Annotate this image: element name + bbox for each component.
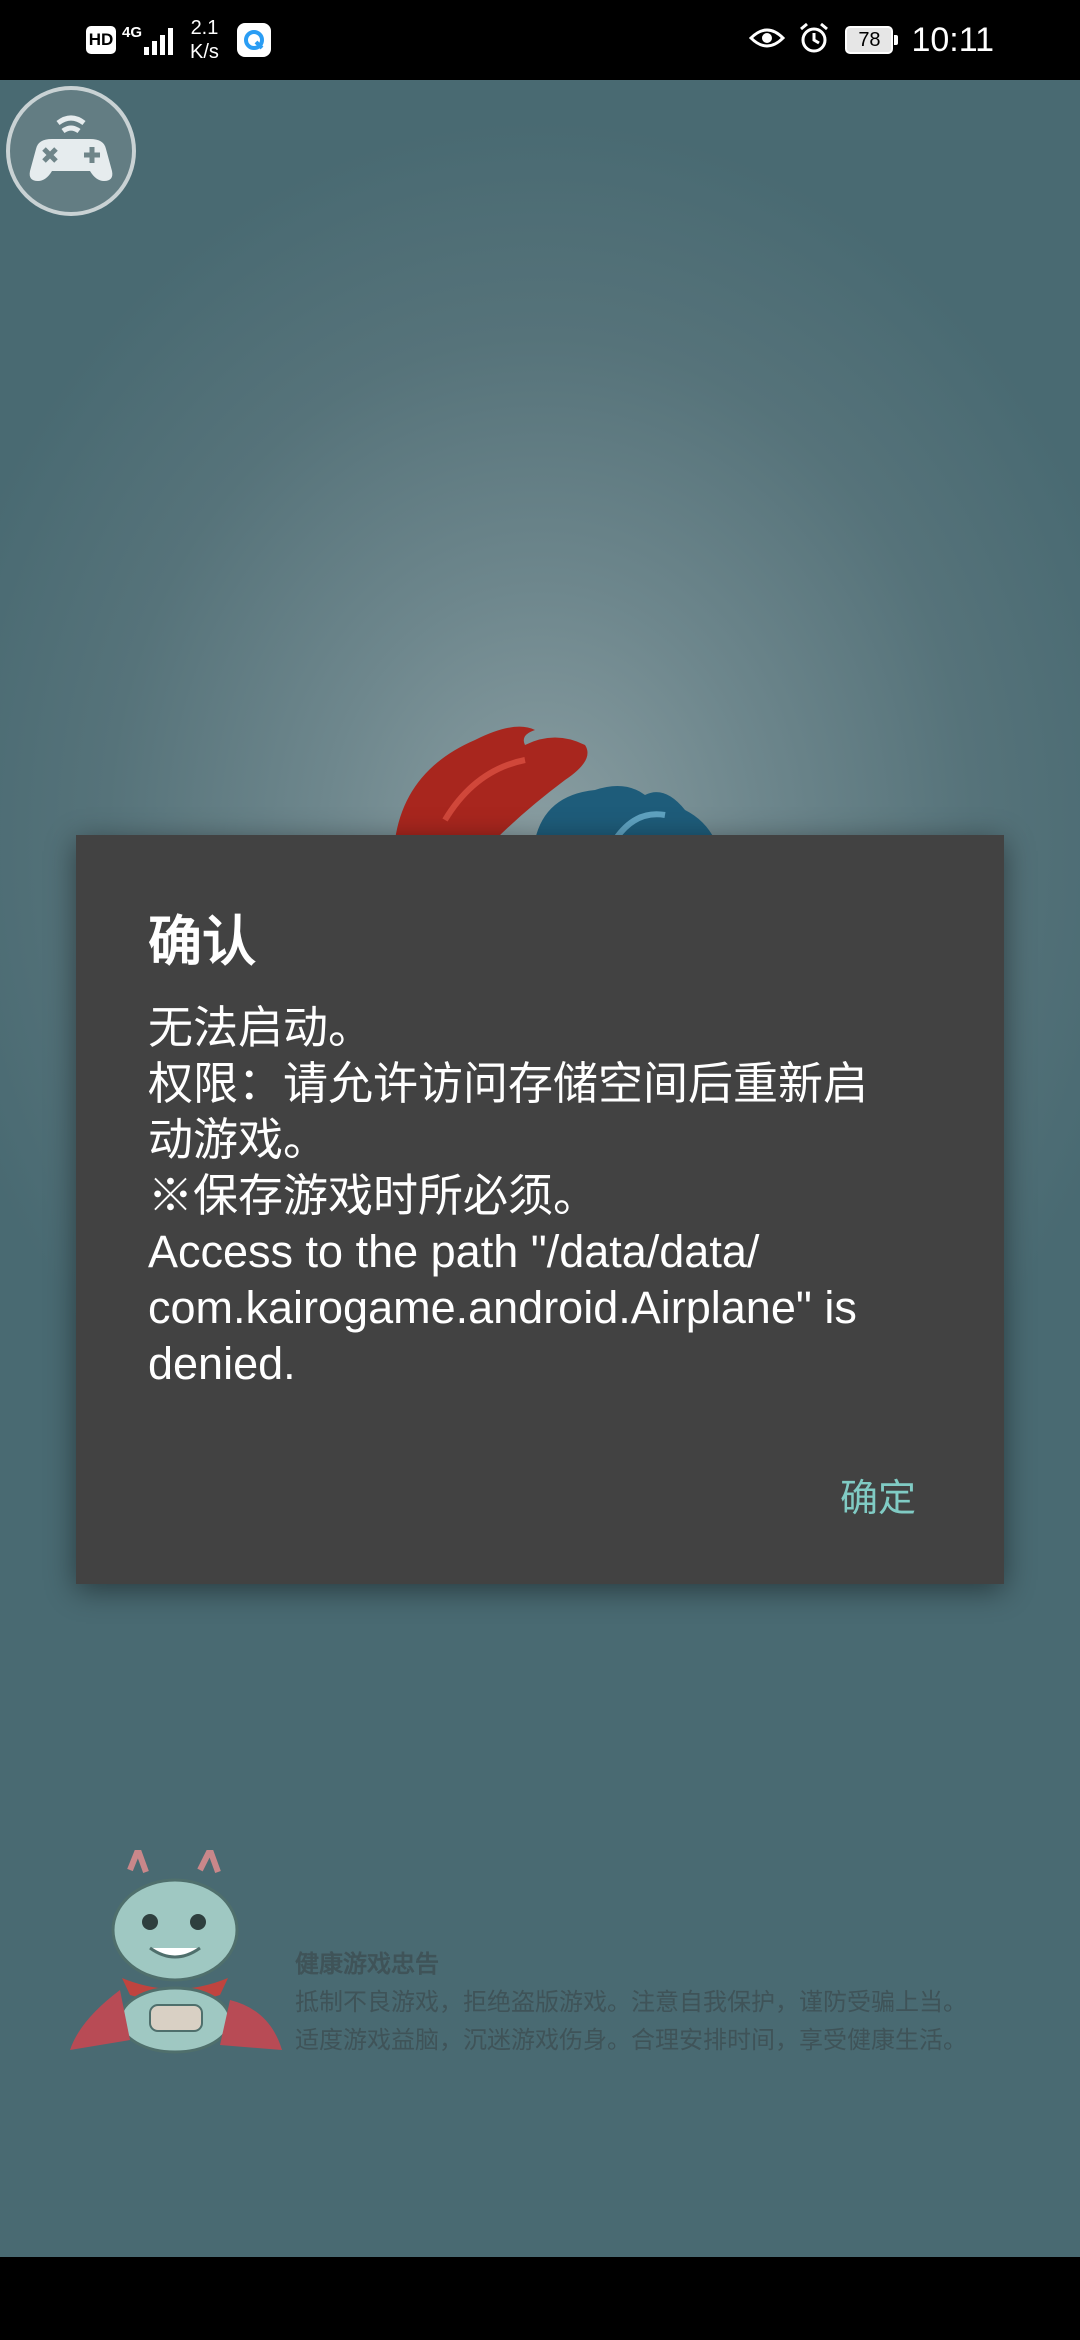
dialog-message-line: com.kairogame.android.Airplane" is	[148, 1282, 857, 1333]
network-speed-unit: K/s	[190, 41, 219, 63]
alarm-icon	[797, 21, 831, 59]
network-speed-value: 2.1	[190, 17, 219, 39]
dialog-message-line: 无法启动。	[148, 1002, 374, 1053]
dragon-mascot-image	[70, 1850, 282, 2054]
app-notification-icon	[236, 23, 271, 57]
gamepad-button[interactable]	[6, 86, 136, 216]
battery-level: 78	[858, 28, 881, 51]
dialog-message-line: 权限：请允许访问存储空间后重新启	[148, 1058, 869, 1109]
dialog-message: 无法启动。 权限：请允许访问存储空间后重新启 动游戏。 ※保存游戏时所必须。 A…	[148, 1000, 948, 1392]
health-notice-title: 健康游戏忠告	[295, 1950, 439, 1978]
dialog-message-line: ※保存游戏时所必须。	[148, 1170, 599, 1221]
game-logo	[395, 726, 715, 840]
eye-icon	[749, 24, 786, 56]
status-bar-left: HD 4G 2.1 K/s	[86, 16, 271, 64]
status-bar-right: 78 10:11	[749, 16, 994, 64]
health-notice: 健康游戏忠告 抵制不良游戏，拒绝盗版游戏。注意自我保护，谨防受骗上当。 适度游戏…	[295, 1945, 967, 2059]
hd-icon: HD	[86, 26, 116, 54]
clock: 10:11	[911, 20, 994, 59]
dialog-message-line: Access to the path "/data/data/	[148, 1226, 760, 1277]
dialog-message-line: 动游戏。	[148, 1114, 329, 1165]
health-notice-line-1: 抵制不良游戏，拒绝盗版游戏。注意自我保护，谨防受骗上当。	[295, 1988, 967, 2016]
network-speed: 2.1 K/s	[190, 16, 219, 64]
dialog-title: 确认	[148, 910, 256, 973]
confirm-dialog: 确认 无法启动。 权限：请允许访问存储空间后重新启 动游戏。 ※保存游戏时所必须…	[76, 835, 1004, 1584]
signal-icon	[144, 25, 176, 55]
dialog-message-line: denied.	[148, 1338, 296, 1389]
health-notice-line-2: 适度游戏益脑，沉迷游戏伤身。合理安排时间，享受健康生活。	[295, 2026, 967, 2054]
status-bar: HD 4G 2.1 K/s 78 10:11	[0, 0, 1080, 80]
network-type-label: 4G	[122, 23, 143, 41]
navigation-bar	[0, 2257, 1080, 2340]
ok-button[interactable]: 确定	[840, 1467, 916, 1522]
gamepad-icon	[16, 109, 126, 193]
battery-icon: 78	[845, 26, 899, 54]
